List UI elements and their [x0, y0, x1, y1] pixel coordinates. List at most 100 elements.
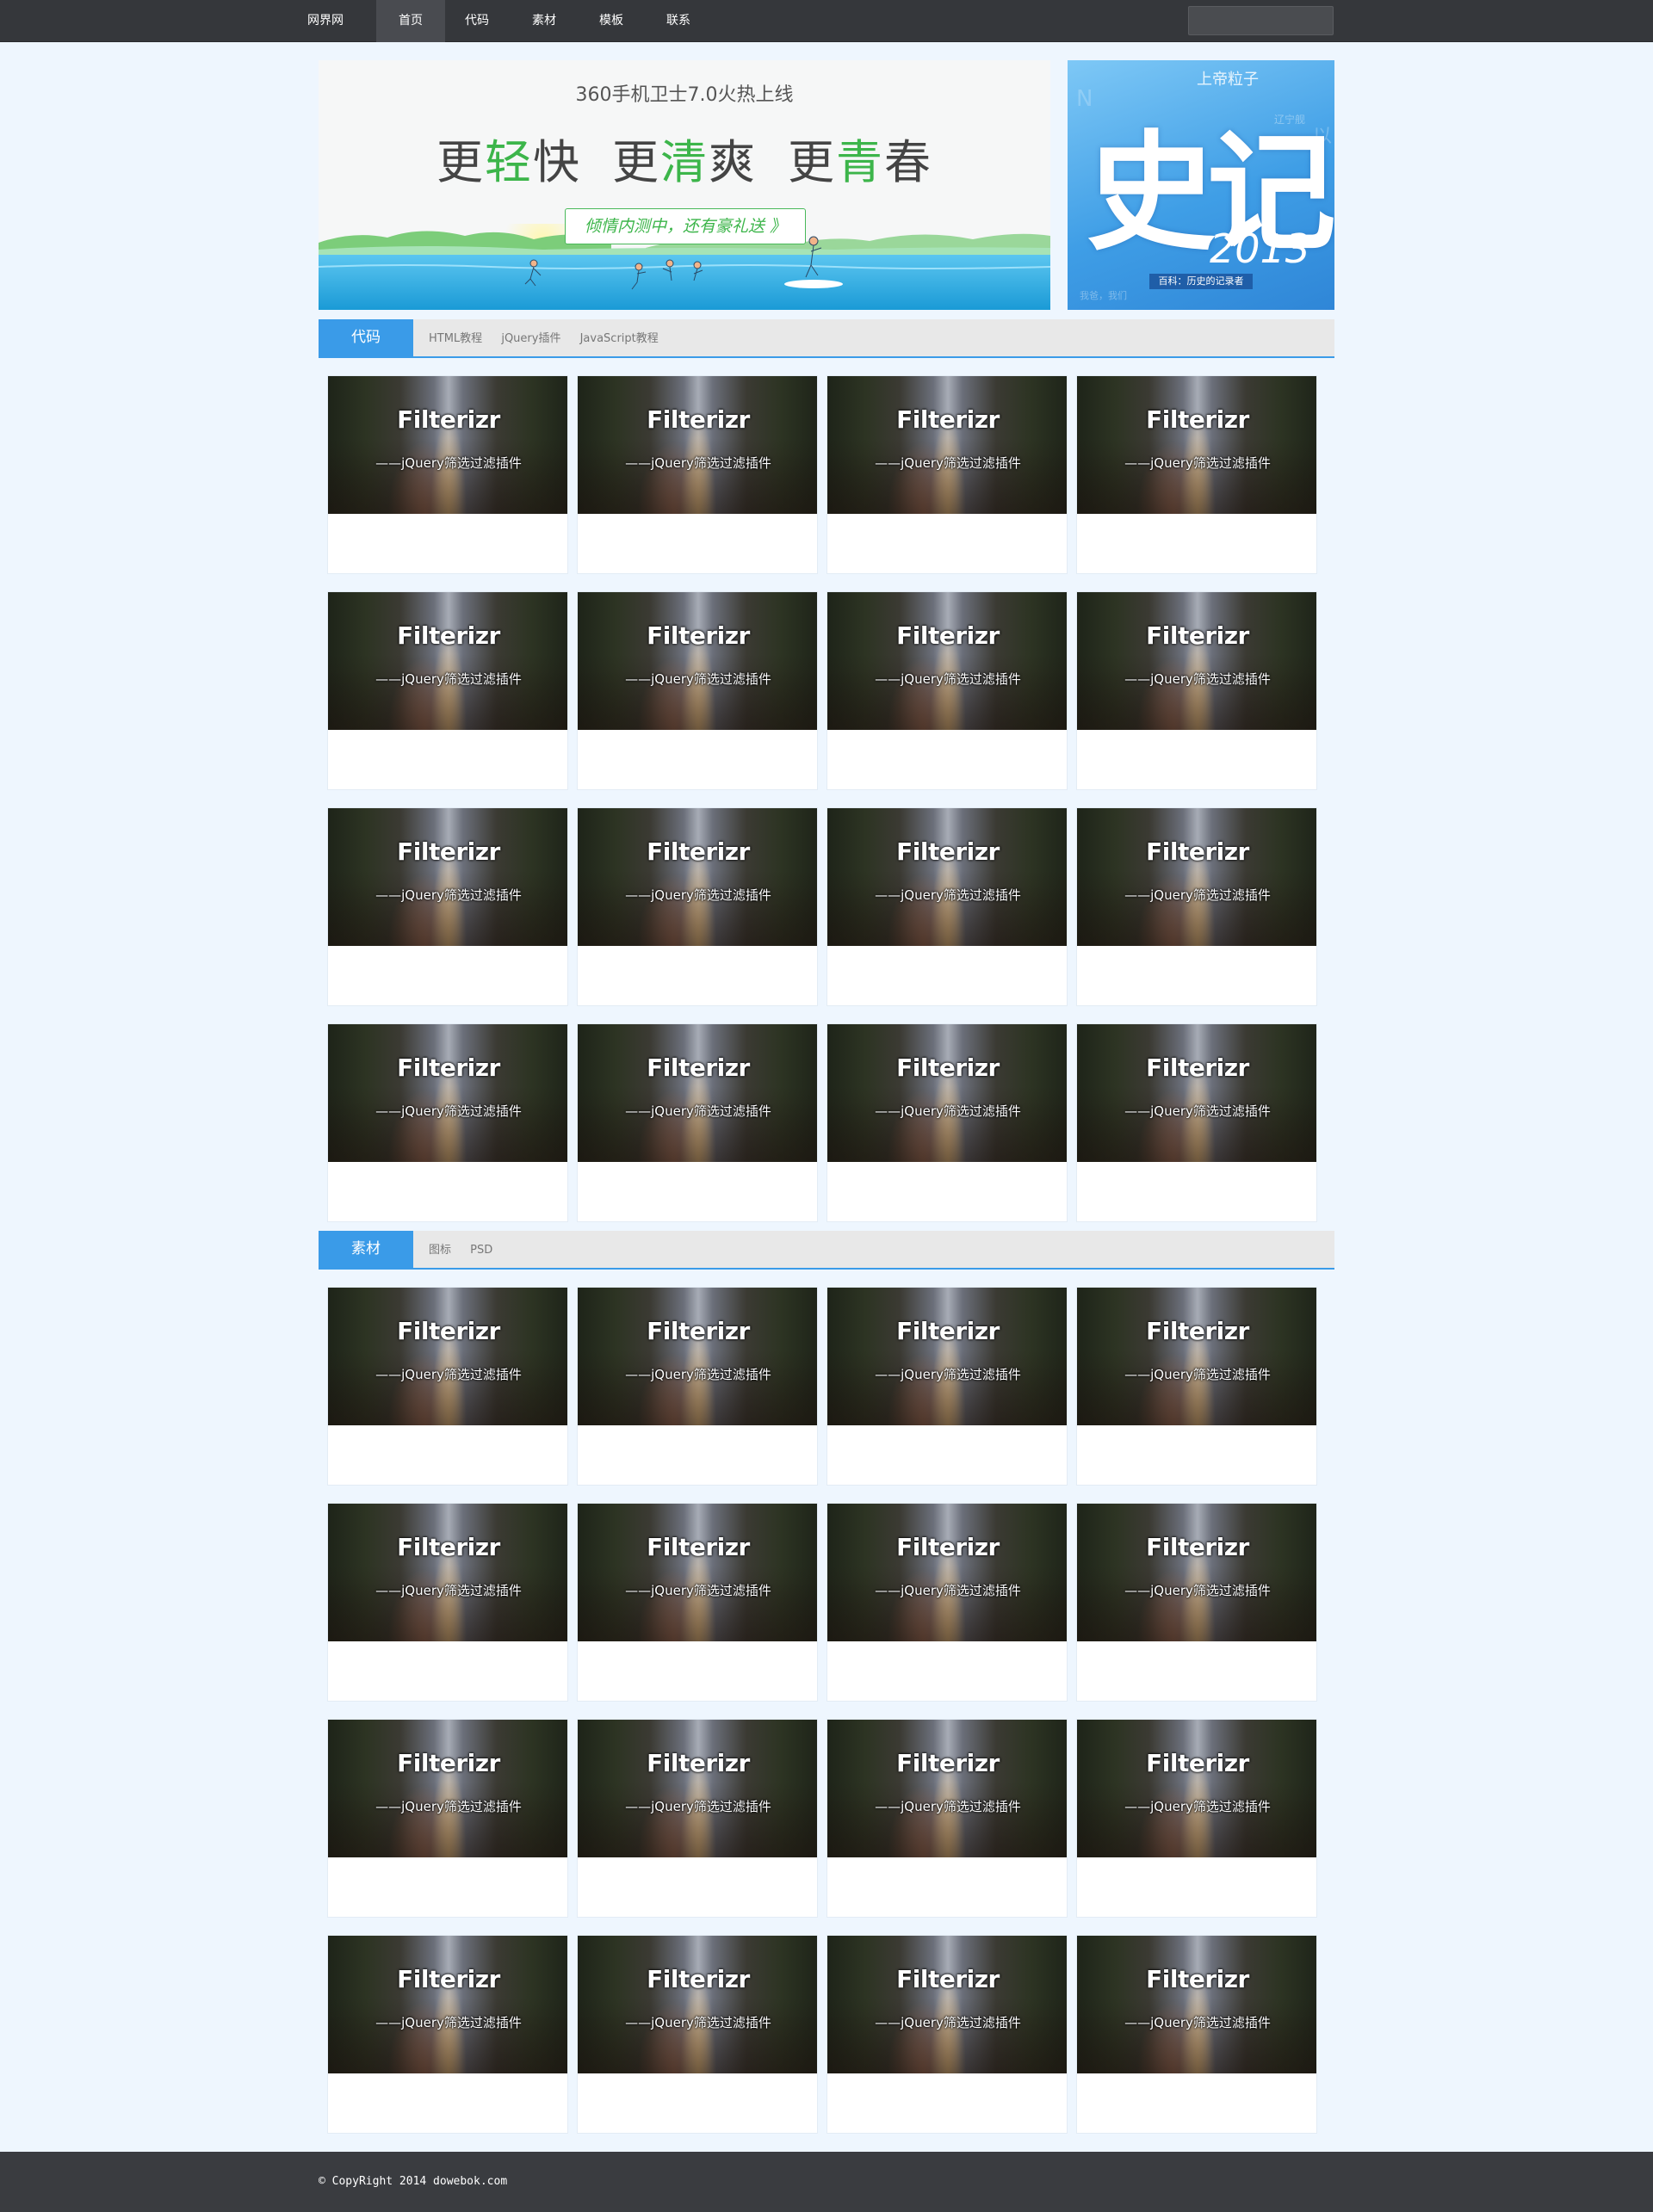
card-thumbnail[interactable]: Filterizr ——jQuery筛选过滤插件 — [328, 1288, 567, 1425]
card-thumbnail[interactable]: Filterizr ——jQuery筛选过滤插件 — [578, 808, 817, 946]
plugin-card[interactable]: Filterizr ——jQuery筛选过滤插件 — [327, 1719, 568, 1918]
card-thumbnail[interactable]: Filterizr ——jQuery筛选过滤插件 — [328, 1024, 567, 1162]
card-subtitle: ——jQuery筛选过滤插件 — [1124, 2015, 1271, 2030]
card-thumbnail[interactable]: Filterizr ——jQuery筛选过滤插件 — [1077, 376, 1316, 514]
sub-link-psd[interactable]: PSD — [470, 1244, 492, 1257]
nav-item-code[interactable]: 代码 — [443, 0, 511, 42]
card-title: Filterizr — [647, 1965, 750, 1993]
plugin-card[interactable]: Filterizr ——jQuery筛选过滤插件 — [577, 375, 818, 574]
card-thumbnail[interactable]: Filterizr ——jQuery筛选过滤插件 — [1077, 1288, 1316, 1425]
plugin-card[interactable]: Filterizr ——jQuery筛选过滤插件 — [577, 1287, 818, 1486]
plugin-card[interactable]: Filterizr ——jQuery筛选过滤插件 — [327, 1503, 568, 1702]
card-thumbnail[interactable]: Filterizr ——jQuery筛选过滤插件 — [578, 592, 817, 730]
plugin-card[interactable]: Filterizr ——jQuery筛选过滤插件 — [577, 1503, 818, 1702]
card-thumbnail[interactable]: Filterizr ——jQuery筛选过滤插件 — [827, 1024, 1067, 1162]
plugin-card[interactable]: Filterizr ——jQuery筛选过滤插件 — [1076, 591, 1317, 790]
nav-item-contact[interactable]: 联系 — [644, 0, 713, 42]
section-title[interactable]: 素材 — [319, 1231, 413, 1268]
card-title: Filterizr — [1146, 1533, 1249, 1561]
card-title: Filterizr — [896, 1749, 1000, 1777]
card-thumbnail[interactable]: Filterizr ——jQuery筛选过滤插件 — [827, 592, 1067, 730]
plugin-card[interactable]: Filterizr ——jQuery筛选过滤插件 — [577, 1023, 818, 1222]
card-thumbnail[interactable]: Filterizr ——jQuery筛选过滤插件 — [1077, 808, 1316, 946]
plugin-card[interactable]: Filterizr ——jQuery筛选过滤插件 — [1076, 807, 1317, 1006]
card-title: Filterizr — [896, 1053, 1000, 1082]
card-subtitle: ——jQuery筛选过滤插件 — [625, 1103, 771, 1119]
card-thumbnail[interactable]: Filterizr ——jQuery筛选过滤插件 — [328, 1720, 567, 1857]
card-subtitle: ——jQuery筛选过滤插件 — [1124, 455, 1271, 471]
card-thumbnail[interactable]: Filterizr ——jQuery筛选过滤插件 — [1077, 592, 1316, 730]
plugin-card[interactable]: Filterizr ——jQuery筛选过滤插件 — [327, 375, 568, 574]
plugin-card[interactable]: Filterizr ——jQuery筛选过滤插件 — [327, 591, 568, 790]
section-title[interactable]: 代码 — [319, 319, 413, 356]
plugin-card[interactable]: Filterizr ——jQuery筛选过滤插件 — [1076, 1935, 1317, 2134]
card-thumbnail[interactable]: Filterizr ——jQuery筛选过滤插件 — [578, 1936, 817, 2073]
card-thumbnail[interactable]: Filterizr ——jQuery筛选过滤插件 — [328, 1936, 567, 2073]
card-subtitle: ——jQuery筛选过滤插件 — [875, 1103, 1021, 1119]
search-input[interactable] — [1188, 6, 1334, 35]
card-thumbnail[interactable]: Filterizr ——jQuery筛选过滤插件 — [1077, 1936, 1316, 2073]
card-title: Filterizr — [896, 837, 1000, 866]
card-thumbnail[interactable]: Filterizr ——jQuery筛选过滤插件 — [827, 1504, 1067, 1641]
plugin-card[interactable]: Filterizr ——jQuery筛选过滤插件 — [327, 1023, 568, 1222]
card-thumbnail[interactable]: Filterizr ——jQuery筛选过滤插件 — [328, 376, 567, 514]
card-thumbnail[interactable]: Filterizr ——jQuery筛选过滤插件 — [578, 1720, 817, 1857]
sub-link-javascript[interactable]: JavaScript教程 — [580, 332, 659, 345]
card-thumbnail[interactable]: Filterizr ——jQuery筛选过滤插件 — [578, 1288, 817, 1425]
card-thumbnail[interactable]: Filterizr ——jQuery筛选过滤插件 — [328, 592, 567, 730]
plugin-card[interactable]: Filterizr ——jQuery筛选过滤插件 — [1076, 1503, 1317, 1702]
plugin-card[interactable]: Filterizr ——jQuery筛选过滤插件 — [826, 1503, 1068, 1702]
plugin-card[interactable]: Filterizr ——jQuery筛选过滤插件 — [826, 1935, 1068, 2134]
card-subtitle: ——jQuery筛选过滤插件 — [1124, 887, 1271, 903]
card-thumbnail[interactable]: Filterizr ——jQuery筛选过滤插件 — [578, 1024, 817, 1162]
plugin-card[interactable]: Filterizr ——jQuery筛选过滤插件 — [327, 807, 568, 1006]
plugin-card[interactable]: Filterizr ——jQuery筛选过滤插件 — [826, 1287, 1068, 1486]
plugin-card[interactable]: Filterizr ——jQuery筛选过滤插件 — [577, 591, 818, 790]
nav-item-material[interactable]: 素材 — [510, 0, 579, 42]
plugin-card[interactable]: Filterizr ——jQuery筛选过滤插件 — [1076, 375, 1317, 574]
card-subtitle: ——jQuery筛选过滤插件 — [375, 1367, 522, 1382]
card-title: Filterizr — [896, 1317, 1000, 1345]
card-thumbnail[interactable]: Filterizr ——jQuery筛选过滤插件 — [827, 1288, 1067, 1425]
card-thumbnail[interactable]: Filterizr ——jQuery筛选过滤插件 — [328, 1504, 567, 1641]
card-thumbnail[interactable]: Filterizr ——jQuery筛选过滤插件 — [578, 376, 817, 514]
card-thumbnail[interactable]: Filterizr ——jQuery筛选过滤插件 — [827, 376, 1067, 514]
section-sub-links: HTML教程 jQuery插件 JavaScript教程 — [429, 319, 674, 358]
card-subtitle: ——jQuery筛选过滤插件 — [625, 455, 771, 471]
card-subtitle: ——jQuery筛选过滤插件 — [375, 1799, 522, 1814]
banner-360-ad[interactable]: 360手机卫士7.0火热上线 更轻快 更清爽 更青春 倾情内测中，还有豪礼送 》 — [319, 60, 1050, 310]
card-thumbnail[interactable]: Filterizr ——jQuery筛选过滤插件 — [328, 808, 567, 946]
card-thumbnail[interactable]: Filterizr ——jQuery筛选过滤插件 — [827, 1936, 1067, 2073]
plugin-card[interactable]: Filterizr ——jQuery筛选过滤插件 — [577, 807, 818, 1006]
banner-shiji-ad[interactable]: N 辽宁舰 以 我爸，我们 上帝粒子 史记 2013 百科：历史的记录者 — [1068, 60, 1334, 310]
plugin-card[interactable]: Filterizr ——jQuery筛选过滤插件 — [577, 1719, 818, 1918]
nav-item-home[interactable]: 首页 — [376, 0, 445, 42]
card-thumbnail[interactable]: Filterizr ——jQuery筛选过滤插件 — [1077, 1720, 1316, 1857]
banner-brand-text: 上帝粒子 — [1197, 71, 1259, 89]
plugin-card[interactable]: Filterizr ——jQuery筛选过滤插件 — [1076, 1287, 1317, 1486]
card-thumbnail[interactable]: Filterizr ——jQuery筛选过滤插件 — [578, 1504, 817, 1641]
card-thumbnail[interactable]: Filterizr ——jQuery筛选过滤插件 — [1077, 1504, 1316, 1641]
card-title: Filterizr — [647, 1317, 750, 1345]
plugin-card[interactable]: Filterizr ——jQuery筛选过滤插件 — [826, 1719, 1068, 1918]
plugin-card[interactable]: Filterizr ——jQuery筛选过滤插件 — [826, 375, 1068, 574]
sub-link-html[interactable]: HTML教程 — [429, 332, 482, 345]
plugin-card[interactable]: Filterizr ——jQuery筛选过滤插件 — [577, 1935, 818, 2134]
plugin-card[interactable]: Filterizr ——jQuery筛选过滤插件 — [826, 591, 1068, 790]
plugin-card[interactable]: Filterizr ——jQuery筛选过滤插件 — [826, 1023, 1068, 1222]
banner-cta-button[interactable]: 倾情内测中，还有豪礼送 》 — [565, 208, 806, 244]
sub-link-icons[interactable]: 图标 — [429, 1244, 451, 1257]
card-grid-code: Filterizr ——jQuery筛选过滤插件 Filterizr ——jQuery… — [327, 375, 1326, 1222]
plugin-card[interactable]: Filterizr ——jQuery筛选过滤插件 — [1076, 1719, 1317, 1918]
card-title: Filterizr — [1146, 1317, 1249, 1345]
card-thumbnail[interactable]: Filterizr ——jQuery筛选过滤插件 — [827, 1720, 1067, 1857]
plugin-card[interactable]: Filterizr ——jQuery筛选过滤插件 — [1076, 1023, 1317, 1222]
plugin-card[interactable]: Filterizr ——jQuery筛选过滤插件 — [327, 1935, 568, 2134]
nav-item-template[interactable]: 模板 — [577, 0, 646, 42]
card-thumbnail[interactable]: Filterizr ——jQuery筛选过滤插件 — [1077, 1024, 1316, 1162]
sub-link-jquery[interactable]: jQuery插件 — [501, 332, 560, 345]
plugin-card[interactable]: Filterizr ——jQuery筛选过滤插件 — [826, 807, 1068, 1006]
site-brand-link[interactable]: 网界网 — [307, 0, 344, 42]
plugin-card[interactable]: Filterizr ——jQuery筛选过滤插件 — [327, 1287, 568, 1486]
card-thumbnail[interactable]: Filterizr ——jQuery筛选过滤插件 — [827, 808, 1067, 946]
